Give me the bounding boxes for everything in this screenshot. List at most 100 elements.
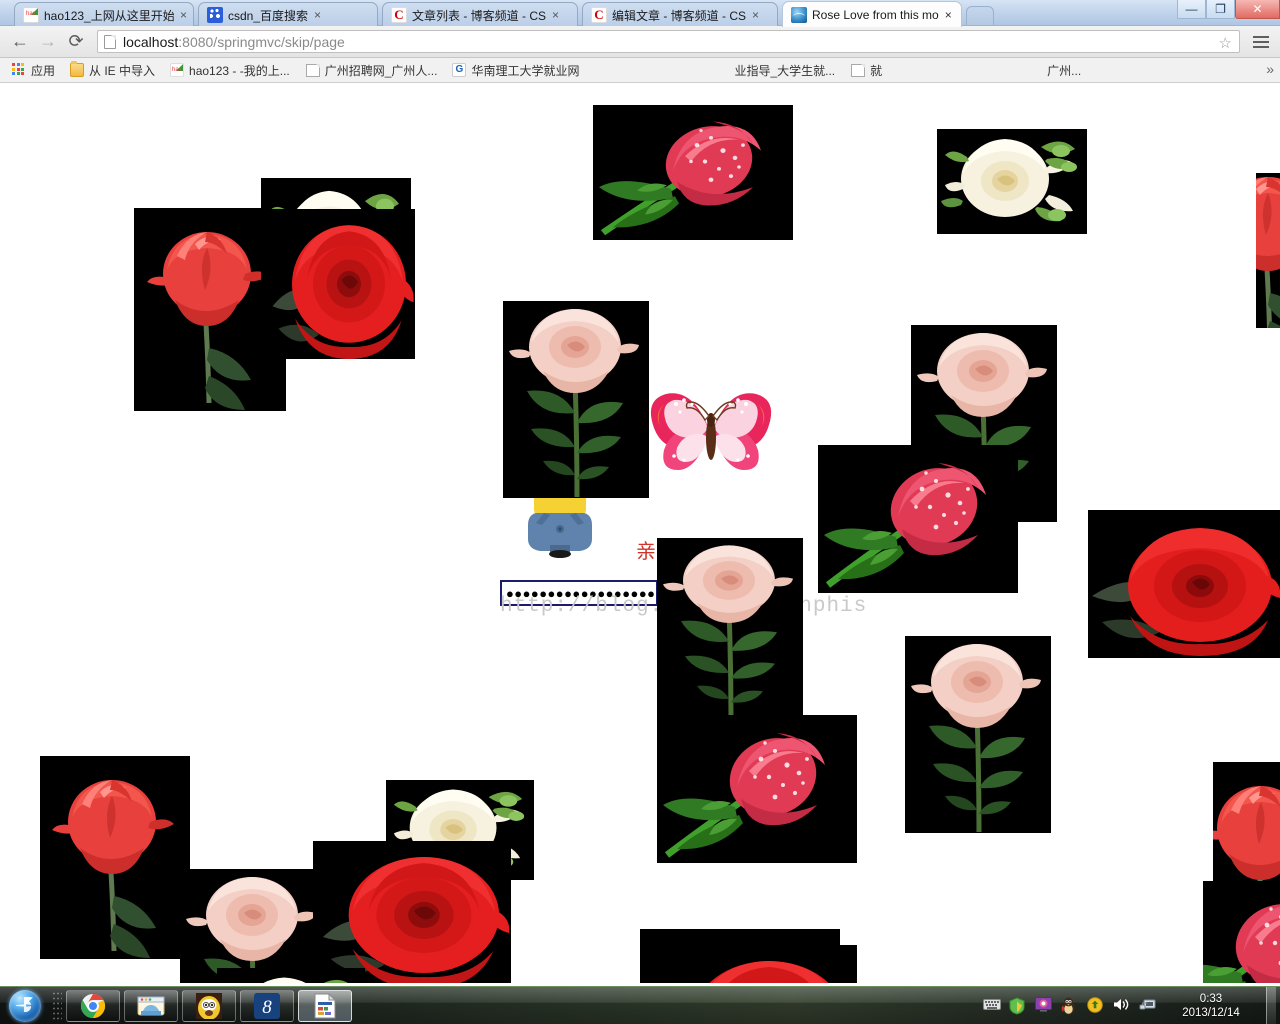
taskbar-grip [52, 990, 62, 1021]
bookmark-apps[interactable]: 应用 [6, 60, 61, 81]
csdn-favicon-icon: C [391, 7, 407, 23]
tab-close-icon[interactable]: × [552, 9, 559, 21]
back-button[interactable]: ← [8, 30, 32, 54]
taskbar-button-minion[interactable] [182, 989, 236, 1022]
tab-edit-article[interactable]: C 编辑文章 - 博客频道 - CS × [582, 2, 778, 27]
bookmark-label: hao123 - -我的上... [189, 63, 290, 78]
page-icon [851, 63, 866, 77]
img-red-rose-bud-bl [40, 756, 190, 959]
tab-close-icon[interactable]: × [180, 9, 187, 21]
shield-security-icon[interactable] [1009, 997, 1026, 1015]
tab-hao123[interactable]: hao123_上网从这里开始 × [14, 2, 194, 27]
clock-date: 2013/12/14 [1182, 1006, 1240, 1019]
close-window-button[interactable]: ✕ [1235, 0, 1280, 19]
system-tray: 0:33 2013/12/14 [983, 987, 1280, 1024]
taskbar-button-excel-doc[interactable] [298, 989, 352, 1022]
bookmark-label: 应用 [31, 63, 56, 78]
bookmark-label: 广州招聘网_广州人... [324, 63, 438, 78]
bookmarks-overflow-icon[interactable]: » [1266, 61, 1274, 77]
taskbar-button-explorer[interactable] [124, 989, 178, 1022]
tab-close-icon[interactable]: × [752, 9, 759, 21]
folder-explorer-icon [137, 996, 165, 1015]
bookmark-gz-jobs[interactable]: 广州招聘网_广州人... [299, 60, 444, 81]
img-white-rose-spray-top [937, 129, 1087, 234]
forward-button[interactable]: → [36, 30, 60, 54]
bookmark-label: 业指导_大学生就... [734, 63, 836, 78]
chrome-menu-button[interactable] [1250, 30, 1272, 54]
qq-penguin-icon[interactable] [1061, 997, 1078, 1015]
img-red-rose-side-r1 [1088, 510, 1280, 658]
apps-grid-icon [12, 63, 26, 77]
tab-close-icon[interactable]: × [314, 9, 321, 21]
chrome-icon [80, 993, 106, 1018]
tab-article-list[interactable]: C 文章列表 - 博客频道 - CS × [382, 2, 578, 27]
start-button[interactable] [2, 989, 48, 1023]
greeting-text: 亲 [636, 539, 656, 563]
img-dew-rosebud-br [1203, 881, 1280, 983]
csdn-favicon-icon: C [591, 7, 607, 23]
bookmark-career-guide[interactable]: 业指导_大学生就... [728, 60, 841, 81]
bookmark-star-icon[interactable]: ☆ [1219, 34, 1232, 52]
tab-rose-love[interactable]: Rose Love from this mo × [782, 1, 962, 27]
minion-photo-icon [196, 992, 222, 1019]
reload-button[interactable]: ⟳ [64, 30, 88, 54]
bookmark-jiu[interactable]: 就 [844, 60, 888, 81]
bookmark-hao123[interactable]: hao123 - -我的上... [164, 60, 296, 81]
tab-strip: hao123_上网从这里开始 × csdn_百度搜索 × C 文章列表 - 博客… [0, 0, 1280, 27]
img-red-rose-bloom-1 [265, 209, 415, 359]
bookmark-label: 就 [870, 63, 883, 78]
img-dew-rosebud-r1 [818, 445, 1018, 593]
keyboard-ime-icon[interactable] [983, 997, 1001, 1014]
tab-title: csdn_百度搜索 [228, 8, 309, 23]
globe-favicon-icon [791, 6, 807, 23]
window-controls: — ❐ ✕ [1177, 0, 1280, 19]
bookmark-scut-career[interactable]: 华南理工大学就业网 [446, 60, 585, 81]
tab-close-icon[interactable]: × [945, 9, 952, 21]
display-icon[interactable] [1035, 997, 1052, 1014]
page-info-icon [104, 34, 116, 49]
bookmark-ie-import[interactable]: 从 IE 中导入 [64, 60, 161, 81]
page-viewport: 亲 ●●●●●●●●●●●●●●●●●●●● http://blog.csdn.… [0, 83, 1280, 983]
img-pink-rose-stem-top [503, 301, 649, 498]
baidu-favicon-icon [207, 7, 223, 23]
tab-csdn-baidu[interactable]: csdn_百度搜索 × [198, 2, 378, 27]
maximize-button[interactable]: ❐ [1206, 0, 1235, 19]
tab-title: 编辑文章 - 博客频道 - CS [612, 8, 746, 23]
img-white-rose-spray-b2 [217, 968, 365, 983]
img-red-rose-bloom-b2 [657, 945, 857, 983]
hao123-icon [170, 63, 185, 77]
bookmark-label: 华南理工大学就业网 [471, 63, 580, 78]
browser-toolbar: ← → ⟳ localhost:8080/springmvc/skip/page… [0, 26, 1280, 58]
tab-title: Rose Love from this mo [812, 7, 939, 22]
bookmark-label: 从 IE 中导入 [89, 63, 156, 78]
new-tab-button[interactable] [966, 6, 994, 25]
address-bar[interactable]: localhost:8080/springmvc/skip/page ☆ [97, 30, 1240, 53]
img-pink-butterfly [650, 386, 772, 478]
img-red-rose-bloom-b1 [313, 841, 511, 983]
network-icon[interactable] [1139, 997, 1156, 1014]
img-pink-rose-stem-r2 [905, 636, 1051, 833]
taskbar-button-chrome[interactable] [66, 989, 120, 1022]
url-host: localhost [123, 33, 179, 50]
folder-icon [70, 61, 85, 77]
img-dew-rosebud-top [593, 105, 793, 240]
eight-app-icon: 8 [254, 992, 280, 1019]
windows-logo-icon [9, 989, 41, 1022]
url-path: :8080/springmvc/skip/page [178, 33, 345, 50]
show-desktop-button[interactable] [1266, 987, 1276, 1024]
hao123-favicon-icon [23, 7, 39, 23]
minimize-button[interactable]: — [1177, 0, 1206, 19]
update-icon[interactable] [1087, 997, 1104, 1014]
img-pink-rose-stem-c1 [657, 538, 803, 720]
page-icon [305, 63, 320, 77]
windows-taskbar: 8 0:33 2013/12/14 [0, 986, 1280, 1024]
bookmarks-bar: 应用 从 IE 中导入 hao123 - -我的上... 广州招聘网_广州人..… [0, 58, 1280, 83]
volume-icon[interactable] [1113, 997, 1130, 1014]
tab-title: 文章列表 - 博客频道 - CS [412, 8, 546, 23]
taskbar-clock[interactable]: 0:33 2013/12/14 [1165, 992, 1257, 1020]
img-red-rose-top-strip [1256, 173, 1280, 328]
taskbar-button-eight-app[interactable]: 8 [240, 989, 294, 1022]
document-icon [314, 992, 336, 1018]
bookmark-guangzhou[interactable]: 广州... [1041, 60, 1087, 81]
img-pink-rose-stem-b1 [180, 869, 326, 983]
